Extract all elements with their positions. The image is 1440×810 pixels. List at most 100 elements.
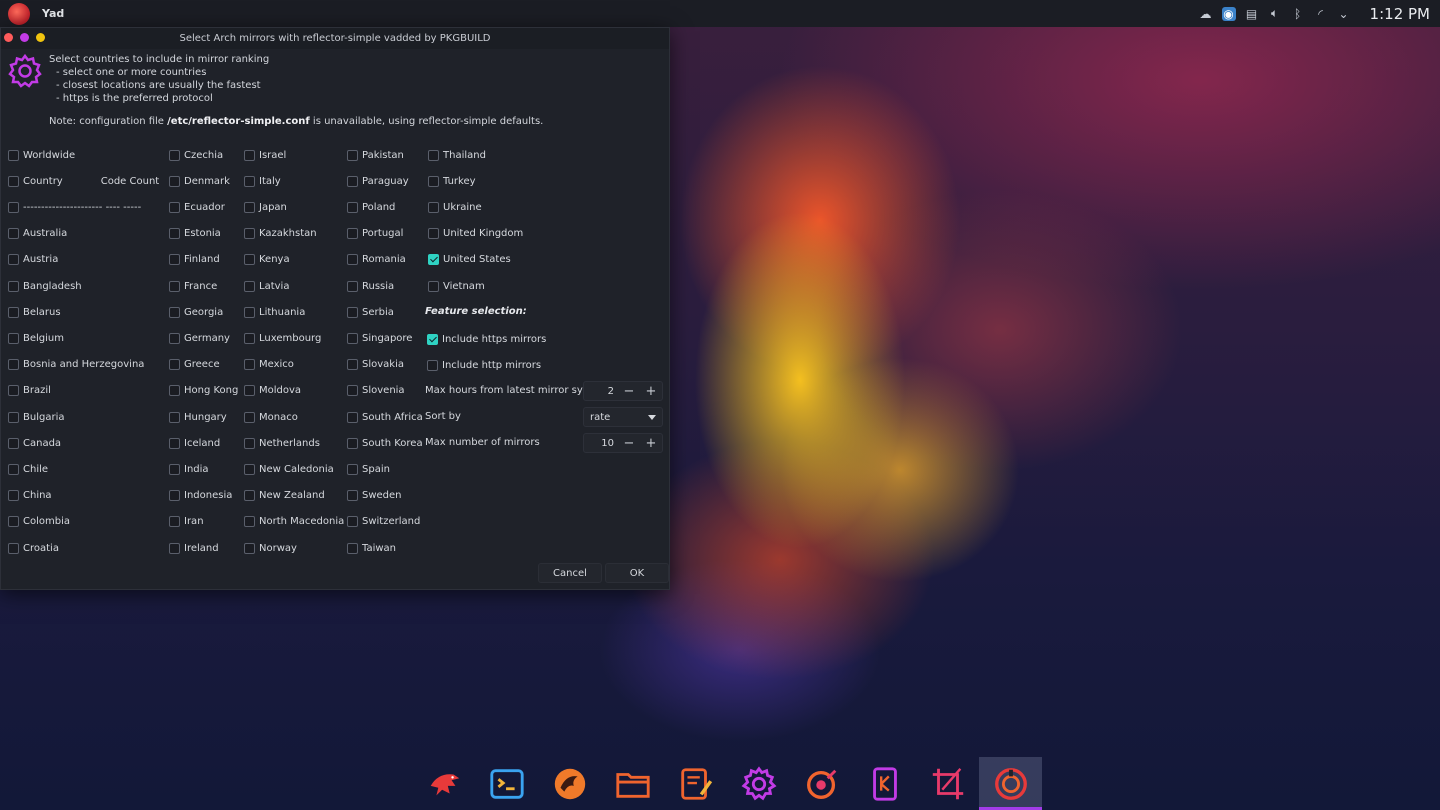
country-checkbox[interactable]: North Macedonia (244, 515, 344, 529)
checkbox-box[interactable] (8, 490, 19, 502)
country-checkbox[interactable]: Czechia (169, 148, 223, 162)
country-checkbox[interactable]: United Kingdom (428, 227, 523, 241)
country-checkbox[interactable]: Canada (8, 436, 61, 450)
checkbox-box[interactable] (428, 228, 439, 240)
country-checkbox[interactable]: Iceland (169, 436, 220, 450)
increment-button[interactable]: + (640, 384, 662, 399)
country-checkbox[interactable]: Iran (169, 515, 204, 529)
country-checkbox[interactable]: Bulgaria (8, 410, 64, 424)
checkbox-box[interactable] (169, 490, 180, 502)
checkbox-box[interactable] (244, 149, 255, 161)
dock-item-garuda[interactable] (412, 757, 475, 810)
checkbox-box[interactable] (169, 385, 180, 397)
country-checkbox[interactable]: Italy (244, 174, 281, 188)
checkbox-box[interactable] (8, 385, 19, 397)
dock-item-browser[interactable] (538, 757, 601, 810)
country-checkbox[interactable]: Australia (8, 227, 67, 241)
country-checkbox[interactable]: Ecuador (169, 200, 225, 214)
checkbox-box[interactable] (8, 201, 19, 213)
checkbox-box[interactable] (347, 228, 358, 240)
checkbox-box[interactable] (8, 411, 19, 423)
checkbox-box[interactable] (244, 437, 255, 449)
country-checkbox[interactable]: Portugal (347, 227, 403, 241)
country-checkbox[interactable]: Georgia (169, 305, 223, 319)
country-checkbox[interactable]: Brazil (8, 384, 51, 398)
country-checkbox[interactable]: Poland (347, 200, 395, 214)
checkbox-box[interactable] (8, 280, 19, 292)
checkbox-box[interactable] (347, 516, 358, 528)
sort-by-select[interactable]: rate (583, 407, 663, 427)
ok-button[interactable]: OK (605, 563, 669, 583)
country-checkbox[interactable]: Kenya (244, 253, 290, 267)
steam-icon[interactable]: ☁ (1199, 7, 1213, 21)
country-checkbox[interactable]: Belarus (8, 305, 61, 319)
dock-item-screenshot[interactable] (916, 757, 979, 810)
minimize-window-button[interactable] (36, 33, 45, 42)
country-checkbox[interactable]: Norway (244, 541, 297, 555)
checkbox-box[interactable] (8, 463, 19, 475)
max-mirrors-spinbox[interactable]: 10 − + (583, 433, 663, 453)
bluetooth-icon[interactable]: ᛒ (1291, 7, 1305, 21)
country-checkbox[interactable]: South Africa (347, 410, 423, 424)
checkbox-box[interactable] (244, 411, 255, 423)
checkbox-box[interactable] (169, 542, 180, 554)
checkbox-box[interactable] (347, 490, 358, 502)
checkbox-box[interactable] (244, 228, 255, 240)
max-hours-spinbox[interactable]: 2 − + (583, 381, 663, 401)
checkbox-box[interactable] (169, 306, 180, 318)
checkbox-box[interactable] (427, 359, 438, 371)
checkbox-box[interactable] (427, 333, 438, 345)
checkbox-box[interactable] (428, 280, 439, 292)
dock-item-welcome[interactable] (979, 757, 1042, 810)
country-checkbox[interactable]: Indonesia (169, 489, 232, 503)
checkbox-box[interactable] (8, 254, 19, 266)
country-checkbox[interactable]: Estonia (169, 227, 221, 241)
checkbox-box[interactable] (347, 385, 358, 397)
country-checkbox[interactable]: Taiwan (347, 541, 396, 555)
checkbox-box[interactable] (169, 411, 180, 423)
country-checkbox[interactable]: New Zealand (244, 489, 325, 503)
checkbox-box[interactable] (169, 201, 180, 213)
country-checkbox[interactable]: Mexico (244, 358, 294, 372)
checkbox-box[interactable] (169, 332, 180, 344)
checkbox-box[interactable] (244, 254, 255, 266)
country-checkbox[interactable]: Kazakhstan (244, 227, 317, 241)
country-checkbox[interactable]: Ireland (169, 541, 219, 555)
country-checkbox[interactable]: Colombia (8, 515, 70, 529)
max-mirrors-value[interactable]: 10 (584, 438, 618, 449)
country-checkbox[interactable]: Sweden (347, 489, 402, 503)
country-checkbox[interactable]: Bosnia and Herzegovina (8, 358, 144, 372)
checkbox-box[interactable] (169, 359, 180, 371)
checkbox-box[interactable] (428, 201, 439, 213)
dialog-titlebar[interactable]: Select Arch mirrors with reflector-simpl… (1, 28, 669, 49)
checkbox-box[interactable] (244, 332, 255, 344)
increment-button[interactable]: + (640, 436, 662, 451)
checkbox-box[interactable] (8, 359, 19, 371)
checkbox-box[interactable] (8, 516, 19, 528)
checkbox-box[interactable] (8, 175, 19, 187)
volume-icon[interactable]: 🔈︎ (1268, 6, 1282, 21)
checkbox-box[interactable] (347, 254, 358, 266)
checkbox-box[interactable] (244, 359, 255, 371)
clock[interactable]: 1:12 PM (1370, 5, 1430, 23)
country-checkbox[interactable]: Spain (347, 462, 390, 476)
checkbox-box[interactable] (169, 175, 180, 187)
country-checkbox[interactable]: Ukraine (428, 200, 482, 214)
country-checkbox[interactable]: Romania (347, 253, 406, 267)
country-checkbox[interactable]: Switzerland (347, 515, 420, 529)
checkbox-box[interactable] (347, 359, 358, 371)
checkbox-box[interactable] (244, 490, 255, 502)
clipboard-icon[interactable]: ▤ (1245, 7, 1259, 21)
close-window-button[interactable] (4, 33, 13, 42)
checkbox-box[interactable] (347, 411, 358, 423)
country-checkbox[interactable]: Russia (347, 279, 394, 293)
decrement-button[interactable]: − (618, 384, 640, 399)
checkbox-box[interactable] (347, 306, 358, 318)
country-checkbox[interactable]: France (169, 279, 217, 293)
checkbox-box[interactable] (169, 254, 180, 266)
garuda-logo-icon[interactable] (8, 2, 30, 25)
country-checkbox[interactable]: Hong Kong (169, 384, 238, 398)
checkbox-box[interactable] (347, 280, 358, 292)
checkbox-box[interactable] (8, 228, 19, 240)
country-checkbox[interactable]: Country Code Count (8, 174, 159, 188)
